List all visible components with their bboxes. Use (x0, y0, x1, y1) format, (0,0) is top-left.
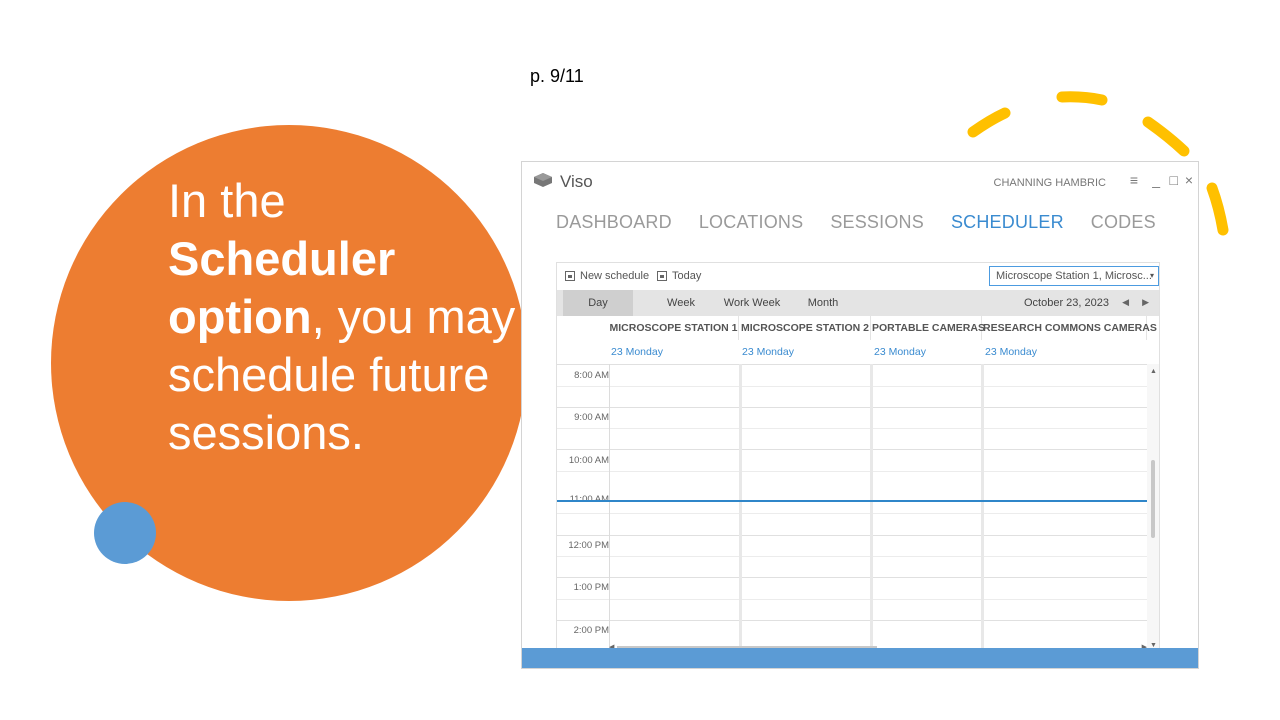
today-label: Today (672, 270, 702, 282)
minimize-button[interactable]: _ (1152, 172, 1160, 188)
column-date-link[interactable]: 23 Monday (983, 342, 1147, 362)
hour-divider (557, 407, 1147, 408)
app-name: Viso (560, 172, 593, 191)
scroll-up-icon[interactable]: ▲ (1150, 368, 1157, 375)
view-switcher: Day Week Work Week Month October 23, 202… (557, 290, 1159, 316)
prev-date-icon[interactable]: ◀ (1122, 297, 1129, 308)
close-button[interactable]: × (1185, 172, 1193, 188)
scroll-thumb[interactable] (1151, 460, 1155, 538)
current-date: October 23, 2023 (1023, 297, 1109, 309)
time-label: 9:00 AM (574, 412, 609, 423)
half-hour-divider (557, 513, 1147, 514)
time-label: 10:00 AM (568, 455, 609, 466)
hour-divider (557, 620, 1147, 621)
time-label: 8:00 AM (574, 370, 609, 381)
viso-app-window: Viso CHANNING HAMBRIC ≡ _ □ × DASHBOARD … (521, 161, 1199, 669)
user-name[interactable]: CHANNING HAMBRIC (994, 177, 1106, 189)
hour-divider (557, 364, 1147, 365)
half-hour-divider (557, 599, 1147, 600)
main-nav: DASHBOARD LOCATIONS SESSIONS SCHEDULER C… (556, 212, 1156, 238)
tab-dashboard[interactable]: DASHBOARD (556, 212, 672, 238)
current-time-indicator (557, 500, 1147, 502)
tab-sessions[interactable]: SESSIONS (830, 212, 924, 238)
column-divider (870, 364, 873, 651)
calendar-icon (565, 271, 575, 281)
hamburger-menu-icon[interactable]: ≡ (1130, 172, 1138, 188)
calendar-icon (657, 271, 667, 281)
slide-headline: In the Scheduler option, you may schedul… (168, 172, 528, 462)
column-divider (609, 364, 610, 651)
half-hour-divider (557, 471, 1147, 472)
tab-locations[interactable]: LOCATIONS (699, 212, 803, 238)
scheduler-panel: New schedule Today Microscope Station 1,… (556, 262, 1160, 652)
column-divider (981, 364, 984, 651)
time-label: 1:00 PM (573, 582, 609, 593)
chevron-down-icon: ▾ (1149, 271, 1154, 280)
half-hour-divider (557, 428, 1147, 429)
hour-divider (557, 449, 1147, 450)
half-hour-divider (557, 386, 1147, 387)
resource-column-header: MICROSCOPE STATION 2 (740, 316, 871, 340)
hour-divider (557, 535, 1147, 536)
resource-select-value: Microscope Station 1, Microsc... (996, 270, 1152, 282)
time-label: 12:00 PM (568, 540, 609, 551)
scheduler-toolbar: New schedule Today Microscope Station 1,… (557, 263, 1159, 290)
resource-column-header: MICROSCOPE STATION 1 (609, 316, 739, 340)
view-work-week[interactable]: Work Week (717, 290, 787, 316)
view-week[interactable]: Week (651, 290, 711, 316)
column-date-link[interactable]: 23 Monday (609, 342, 739, 362)
blue-dot (94, 502, 156, 564)
resource-column-header: RESEARCH COMMONS CAMERAS (983, 316, 1157, 340)
tab-scheduler[interactable]: SCHEDULER (951, 212, 1064, 238)
new-schedule-button[interactable]: New schedule (565, 270, 649, 282)
tab-codes[interactable]: CODES (1091, 212, 1156, 238)
hour-divider (557, 577, 1147, 578)
today-button[interactable]: Today (657, 270, 701, 282)
column-divider (739, 364, 742, 651)
viso-logo-icon (534, 173, 552, 187)
resource-column-header: PORTABLE CAMERAS (872, 316, 985, 340)
resource-select[interactable]: Microscope Station 1, Microsc... ▾ (989, 266, 1159, 286)
view-day[interactable]: Day (563, 290, 633, 316)
title-bar: Viso CHANNING HAMBRIC ≡ _ □ × (522, 162, 1198, 206)
headline-part1: In the (168, 174, 286, 227)
status-bar (522, 648, 1198, 668)
next-date-icon[interactable]: ▶ (1142, 297, 1149, 308)
time-label: 2:00 PM (573, 625, 609, 636)
new-schedule-label: New schedule (580, 270, 650, 282)
vertical-scrollbar[interactable]: ▲ ▼ (1147, 364, 1159, 651)
column-date-link[interactable]: 23 Monday (740, 342, 871, 362)
half-hour-divider (557, 556, 1147, 557)
view-month[interactable]: Month (793, 290, 853, 316)
maximize-button[interactable]: □ (1170, 172, 1178, 188)
page-number: p. 9/11 (530, 66, 584, 86)
column-date-link[interactable]: 23 Monday (872, 342, 982, 362)
day-grid: MICROSCOPE STATION 1 MICROSCOPE STATION … (557, 316, 1159, 651)
